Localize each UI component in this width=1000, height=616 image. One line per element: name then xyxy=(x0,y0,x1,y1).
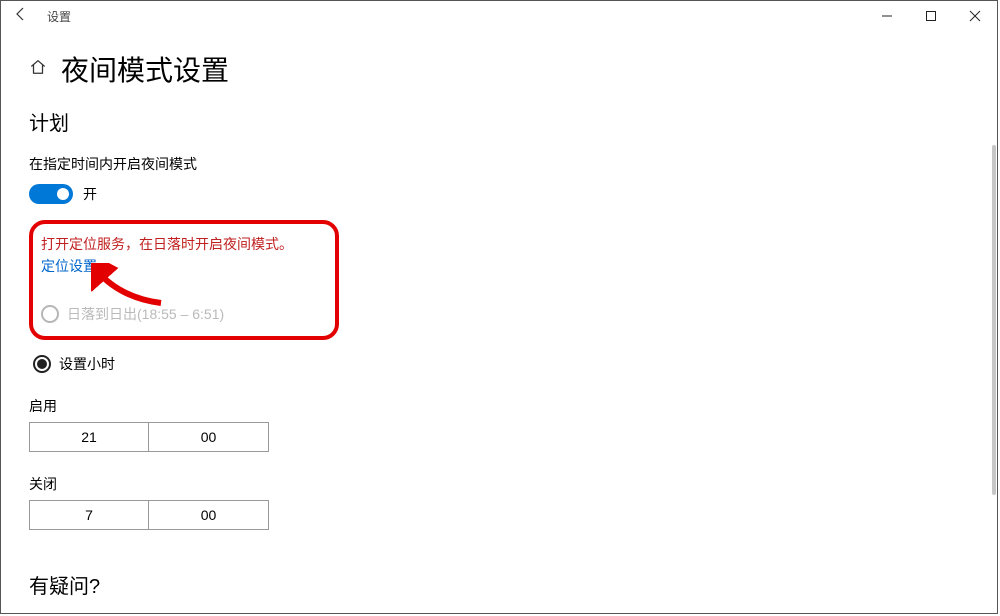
maximize-button[interactable] xyxy=(909,1,953,31)
enable-time-picker[interactable]: 21 00 xyxy=(29,422,997,452)
radio-sunset-to-sunrise xyxy=(41,305,59,323)
location-warning-text: 打开定位服务，在日落时开启夜间模式。 xyxy=(41,234,323,254)
disable-minute-box[interactable]: 00 xyxy=(149,500,269,530)
location-warning-callout: 打开定位服务，在日落时开启夜间模式。 定位设置 日落到日出(18:55 – 6:… xyxy=(29,220,339,340)
disable-hour-box[interactable]: 7 xyxy=(29,500,149,530)
enable-hour-box[interactable]: 21 xyxy=(29,422,149,452)
titlebar: 设置 xyxy=(1,1,997,31)
question-heading: 有疑问? xyxy=(29,570,997,599)
close-button[interactable] xyxy=(953,1,997,31)
back-button[interactable] xyxy=(1,6,41,27)
enable-minute-box[interactable]: 00 xyxy=(149,422,269,452)
toggle-state-label: 开 xyxy=(83,184,97,204)
radio-sunset-label: 日落到日出(18:55 – 6:51) xyxy=(67,304,224,324)
schedule-toggle[interactable] xyxy=(29,184,73,204)
window-title: 设置 xyxy=(41,8,71,25)
disable-time-picker[interactable]: 7 00 xyxy=(29,500,997,530)
section-heading-plan: 计划 xyxy=(29,107,997,136)
minimize-button[interactable] xyxy=(865,1,909,31)
home-icon[interactable] xyxy=(29,58,47,81)
radio-set-hours[interactable] xyxy=(33,355,51,373)
page-title: 夜间模式设置 xyxy=(61,49,229,89)
scrollbar-thumb[interactable] xyxy=(992,145,996,495)
enable-label: 启用 xyxy=(29,396,997,416)
location-settings-link[interactable]: 定位设置 xyxy=(41,256,97,276)
radio-set-hours-label: 设置小时 xyxy=(59,354,115,374)
schedule-description: 在指定时间内开启夜间模式 xyxy=(29,154,997,174)
disable-label: 关闭 xyxy=(29,474,997,494)
